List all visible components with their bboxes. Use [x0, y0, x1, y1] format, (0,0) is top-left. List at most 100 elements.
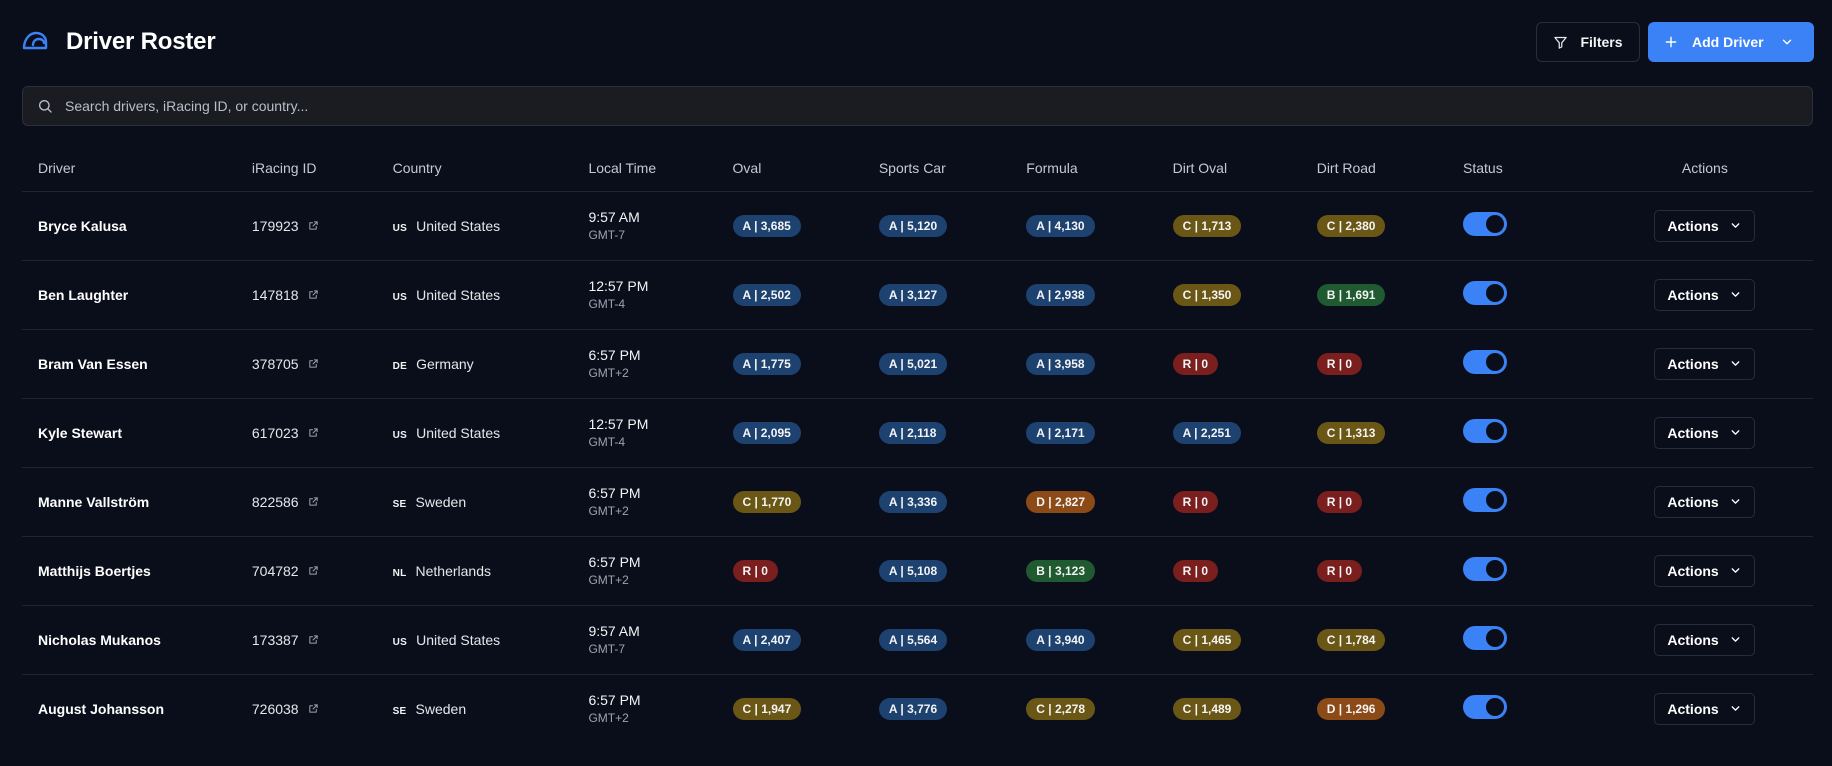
timezone: GMT+2 — [588, 711, 629, 726]
actions-button[interactable]: Actions — [1654, 209, 1756, 242]
actions-button[interactable]: Actions — [1654, 347, 1756, 380]
formula-license-cell: A | 4,130 — [1010, 191, 1157, 261]
iracing-id: 147818 — [251, 286, 299, 303]
actions-cell: Actions — [1597, 674, 1813, 743]
actions-label: Actions — [1667, 424, 1719, 441]
chevron-down-icon[interactable] — [1780, 35, 1794, 49]
iracing-id-link[interactable]: 704782 — [252, 563, 319, 579]
actions-label: Actions — [1667, 700, 1719, 717]
actions-button[interactable]: Actions — [1654, 416, 1756, 449]
column-header: Actions — [1596, 146, 1813, 192]
add-driver-button[interactable]: Add Driver — [1648, 22, 1814, 62]
status-cell — [1447, 398, 1597, 468]
local-time-cell: 6:57 PM GMT+2 — [572, 329, 717, 399]
status-toggle[interactable] — [1463, 212, 1508, 236]
status-toggle[interactable] — [1463, 557, 1508, 581]
chevron-down-icon — [1729, 357, 1742, 370]
country-cell: US United States — [376, 260, 573, 330]
page-title: Driver Roster — [66, 28, 216, 55]
external-link-icon[interactable] — [308, 634, 319, 645]
actions-button[interactable]: Actions — [1654, 278, 1756, 311]
external-link-icon[interactable] — [308, 496, 319, 507]
license-badge: A | 2,251 — [1172, 421, 1241, 444]
license-badge: C | 1,947 — [732, 697, 802, 720]
country-cell: US United States — [376, 191, 573, 261]
external-link-icon[interactable] — [308, 289, 319, 300]
iracing-id-link[interactable]: 147818 — [252, 287, 319, 303]
status-toggle[interactable] — [1463, 695, 1508, 720]
license-badge: A | 2,118 — [878, 421, 947, 444]
country-code: NL — [392, 567, 407, 579]
iracing-id-link[interactable]: 173387 — [252, 632, 319, 648]
filter-icon — [1554, 36, 1568, 49]
sports-car-license-cell: A | 2,118 — [862, 398, 1011, 468]
sports-car-license-cell: A | 3,127 — [862, 260, 1011, 330]
iracing-id-link[interactable]: 726038 — [252, 701, 319, 717]
iracing-id-link[interactable]: 617023 — [252, 425, 319, 441]
search-input[interactable] — [65, 98, 1812, 114]
actions-button[interactable]: Actions — [1654, 623, 1756, 656]
iracing-id: 726038 — [251, 700, 299, 717]
local-time: 6:57 PM — [588, 347, 641, 363]
chevron-down-icon — [1729, 426, 1742, 439]
country-cell: DE Germany — [376, 329, 573, 399]
oval-license-cell: C | 1,770 — [716, 467, 863, 537]
license-badge: A | 2,407 — [732, 628, 801, 651]
formula-license-cell: B | 3,123 — [1010, 536, 1157, 606]
iracing-id-cell: 378705 — [235, 329, 377, 399]
formula-license-cell: D | 2,827 — [1010, 467, 1157, 537]
license-badge: A | 2,502 — [732, 283, 801, 306]
country-name: Netherlands — [415, 562, 492, 579]
iracing-id-cell: 704782 — [235, 536, 377, 606]
status-toggle[interactable] — [1463, 281, 1508, 305]
status-toggle[interactable] — [1463, 626, 1508, 650]
country-code: SE — [392, 498, 407, 510]
chevron-down-icon — [1729, 495, 1742, 508]
table-header-row: Driver iRacing ID Country Local Time Oval Spo… — [22, 146, 1813, 192]
column-header: Dirt Oval — [1156, 146, 1301, 192]
actions-button[interactable]: Actions — [1654, 554, 1756, 587]
iracing-id-link[interactable]: 378705 — [252, 356, 319, 372]
country-cell: SE Sweden — [377, 674, 573, 743]
status-cell — [1447, 536, 1597, 606]
license-badge: A | 1,775 — [732, 352, 801, 375]
status-toggle[interactable] — [1463, 488, 1508, 512]
status-cell — [1447, 467, 1597, 537]
status-toggle[interactable] — [1463, 350, 1508, 374]
driver-name: Manne Vallström — [22, 467, 236, 537]
chevron-down-icon — [1729, 288, 1742, 301]
actions-button[interactable]: Actions — [1654, 692, 1756, 725]
external-link-icon[interactable] — [308, 220, 319, 231]
toggle-knob — [1486, 353, 1505, 371]
table-row: Kyle Stewart 617023 US United States 12:57 P… — [22, 398, 1813, 468]
oval-license-cell: C | 1,947 — [717, 674, 863, 743]
license-badge: C | 1,770 — [732, 490, 802, 513]
local-time: 6:57 PM — [588, 692, 641, 709]
country-name: United States — [416, 217, 501, 234]
local-time-cell: 9:57 AM GMT-7 — [572, 605, 717, 675]
iracing-id-link[interactable]: 822586 — [252, 494, 319, 510]
dirt-road-license-cell: R | 0 — [1300, 329, 1448, 399]
license-badge: A | 2,938 — [1026, 283, 1095, 306]
external-link-icon[interactable] — [308, 358, 319, 369]
external-link-icon[interactable] — [308, 565, 319, 576]
license-badge: A | 5,564 — [878, 628, 948, 651]
dirt-road-license-cell: C | 1,313 — [1300, 398, 1448, 468]
sports-car-license-cell: A | 5,108 — [862, 536, 1011, 606]
iracing-id-link[interactable]: 179923 — [252, 218, 319, 234]
license-badge: A | 5,021 — [878, 352, 948, 375]
filters-button[interactable]: Filters — [1536, 22, 1640, 62]
external-link-icon[interactable] — [308, 427, 319, 438]
sports-car-license-cell: A | 3,336 — [862, 467, 1011, 537]
local-time: 12:57 PM — [588, 278, 649, 294]
external-link-icon[interactable] — [308, 703, 319, 714]
column-header: Country — [376, 146, 573, 192]
oval-license-cell: R | 0 — [716, 536, 863, 606]
license-badge: R | 0 — [732, 559, 778, 582]
status-toggle[interactable] — [1463, 419, 1508, 443]
actions-button[interactable]: Actions — [1654, 485, 1756, 518]
country-code: US — [392, 291, 408, 303]
local-time-cell: 6:57 PM GMT+2 — [572, 467, 717, 537]
column-header: Sports Car — [862, 146, 1011, 192]
local-time-cell: 9:57 AM GMT-7 — [572, 191, 717, 261]
